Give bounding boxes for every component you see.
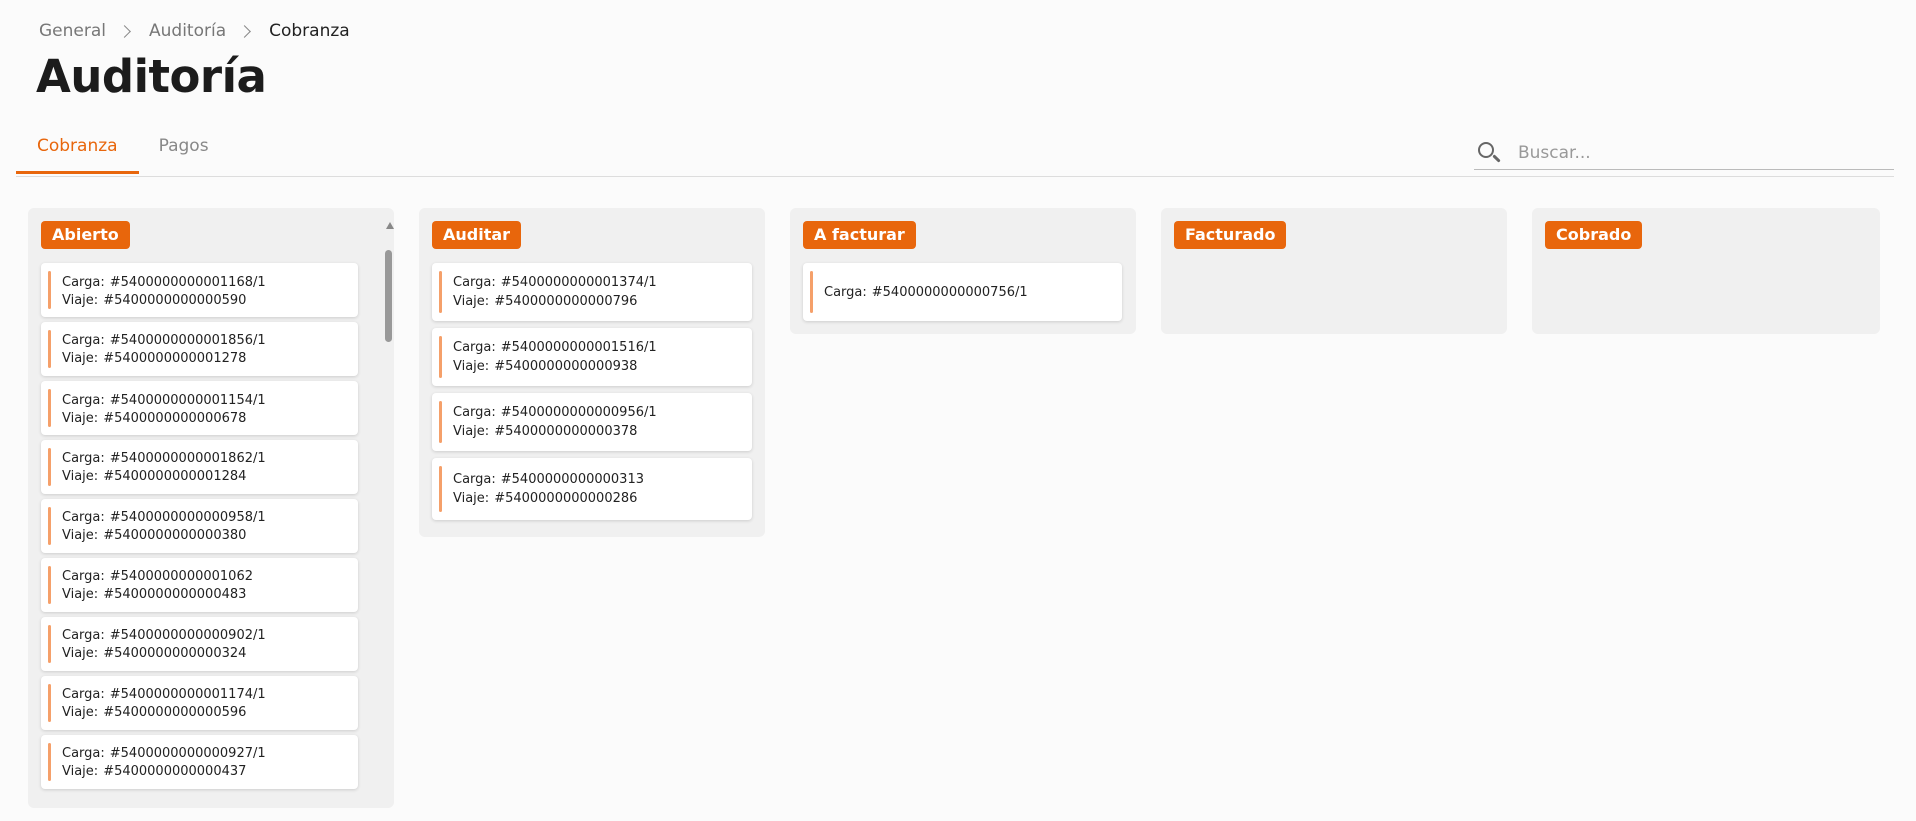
card-viaje: Viaje: #5400000000000796 [453,294,638,309]
card-carga: Carga: #5400000000001856/1 [62,333,266,348]
card-viaje: Viaje: #5400000000000590 [62,293,247,308]
card-accent-bar [48,743,51,781]
card-viaje: Viaje: #5400000000000324 [62,646,247,661]
card-accent-bar [810,271,813,313]
search-bar [1474,137,1894,170]
breadcrumb-general[interactable]: General [39,21,106,41]
breadcrumb-cobranza: Cobranza [269,21,350,41]
card-carga: Carga: #5400000000000902/1 [62,628,266,643]
card-viaje: Viaje: #5400000000000378 [453,424,638,439]
card-viaje: Viaje: #5400000000000437 [62,764,247,779]
kanban-card[interactable]: Carga: #5400000000000956/1 Viaje: #5400000… [432,393,752,451]
column-badge: Cobrado [1545,221,1643,249]
kanban-card[interactable]: Carga: #5400000000001168/1 Viaje: #5400000… [41,263,358,317]
search-input[interactable] [1518,143,1868,163]
card-carga: Carga: #5400000000000958/1 [62,510,266,525]
kanban-card[interactable]: Carga: #5400000000000927/1 Viaje: #5400000… [41,735,358,789]
card-carga: Carga: #5400000000001062 [62,569,253,584]
scroll-up-arrow-icon[interactable] [386,222,394,229]
breadcrumb-auditoria[interactable]: Auditoría [149,21,226,41]
column-badge: Facturado [1174,221,1287,249]
card-list: Carga: #5400000000001168/1 Viaje: #5400000… [41,263,358,789]
card-viaje: Viaje: #5400000000000380 [62,528,247,543]
card-list: Carga: #5400000000000756/1 [803,263,1122,321]
card-accent-bar [48,625,51,663]
kanban-card[interactable]: Carga: #5400000000001174/1 Viaje: #5400000… [41,676,358,730]
breadcrumb: General Auditoría Cobranza [39,21,350,41]
card-viaje: Viaje: #5400000000000286 [453,491,638,506]
scroll-thumb[interactable] [385,250,392,342]
tab-cobranza[interactable]: Cobranza [16,128,139,174]
card-carga: Carga: #5400000000000956/1 [453,405,657,420]
kanban-card[interactable]: Carga: #5400000000000313 Viaje: #540000000… [432,458,752,520]
chevron-right-icon [238,24,251,38]
column-badge: A facturar [803,221,916,249]
card-carga: Carga: #5400000000001168/1 [62,275,266,290]
kanban-card[interactable]: Carga: #5400000000001374/1 Viaje: #5400000… [432,263,752,321]
card-carga: Carga: #5400000000001862/1 [62,451,266,466]
tab-pagos[interactable]: Pagos [139,128,229,174]
column-badge: Abierto [41,221,130,249]
kanban-card[interactable]: Carga: #5400000000001062 Viaje: #540000000… [41,558,358,612]
card-viaje: Viaje: #5400000000000678 [62,411,247,426]
card-accent-bar [48,684,51,722]
card-viaje: Viaje: #5400000000001284 [62,469,247,484]
card-accent-bar [48,330,51,368]
card-carga: Carga: #5400000000001516/1 [453,340,657,355]
card-accent-bar [48,271,51,309]
card-accent-bar [48,566,51,604]
tab-bar: Cobranza Pagos [16,128,229,174]
card-accent-bar [48,448,51,486]
search-icon[interactable] [1476,140,1502,166]
card-carga: Carga: #5400000000000756/1 [824,285,1028,300]
page-title: Auditoría [36,50,267,103]
card-accent-bar [439,466,442,512]
kanban-card[interactable]: Carga: #5400000000000958/1 Viaje: #5400000… [41,499,358,553]
card-accent-bar [439,401,442,443]
card-accent-bar [48,389,51,427]
kanban-column-auditar: Auditar Carga: #5400000000001374/1 Viaje:… [419,208,765,537]
card-carga: Carga: #5400000000001154/1 [62,393,266,408]
column-scrollbar[interactable] [383,222,395,342]
tabs-divider [16,176,1894,177]
chevron-right-icon [118,24,131,38]
kanban-column-a-facturar: A facturar Carga: #5400000000000756/1 [790,208,1136,334]
kanban-card[interactable]: Carga: #5400000000001516/1 Viaje: #5400000… [432,328,752,386]
kanban-card[interactable]: Carga: #5400000000001154/1 Viaje: #5400000… [41,381,358,435]
card-viaje: Viaje: #5400000000001278 [62,351,247,366]
card-carga: Carga: #5400000000001174/1 [62,687,266,702]
card-viaje: Viaje: #5400000000000596 [62,705,247,720]
kanban-column-abierto: Abierto Carga: #5400000000001168/1 Viaje:… [28,208,394,808]
card-accent-bar [439,271,442,313]
card-carga: Carga: #5400000000000313 [453,472,644,487]
kanban-column-facturado: Facturado [1161,208,1507,334]
card-viaje: Viaje: #5400000000000938 [453,359,638,374]
card-viaje: Viaje: #5400000000000483 [62,587,247,602]
card-list: Carga: #5400000000001374/1 Viaje: #5400000… [432,263,752,520]
card-accent-bar [439,336,442,378]
card-carga: Carga: #5400000000000927/1 [62,746,266,761]
card-carga: Carga: #5400000000001374/1 [453,275,657,290]
card-accent-bar [48,507,51,545]
kanban-card[interactable]: Carga: #5400000000000756/1 [803,263,1122,321]
column-badge: Auditar [432,221,522,249]
kanban-column-cobrado: Cobrado [1532,208,1880,334]
kanban-card[interactable]: Carga: #5400000000000902/1 Viaje: #5400000… [41,617,358,671]
kanban-card[interactable]: Carga: #5400000000001862/1 Viaje: #5400000… [41,440,358,494]
kanban-card[interactable]: Carga: #5400000000001856/1 Viaje: #5400000… [41,322,358,376]
